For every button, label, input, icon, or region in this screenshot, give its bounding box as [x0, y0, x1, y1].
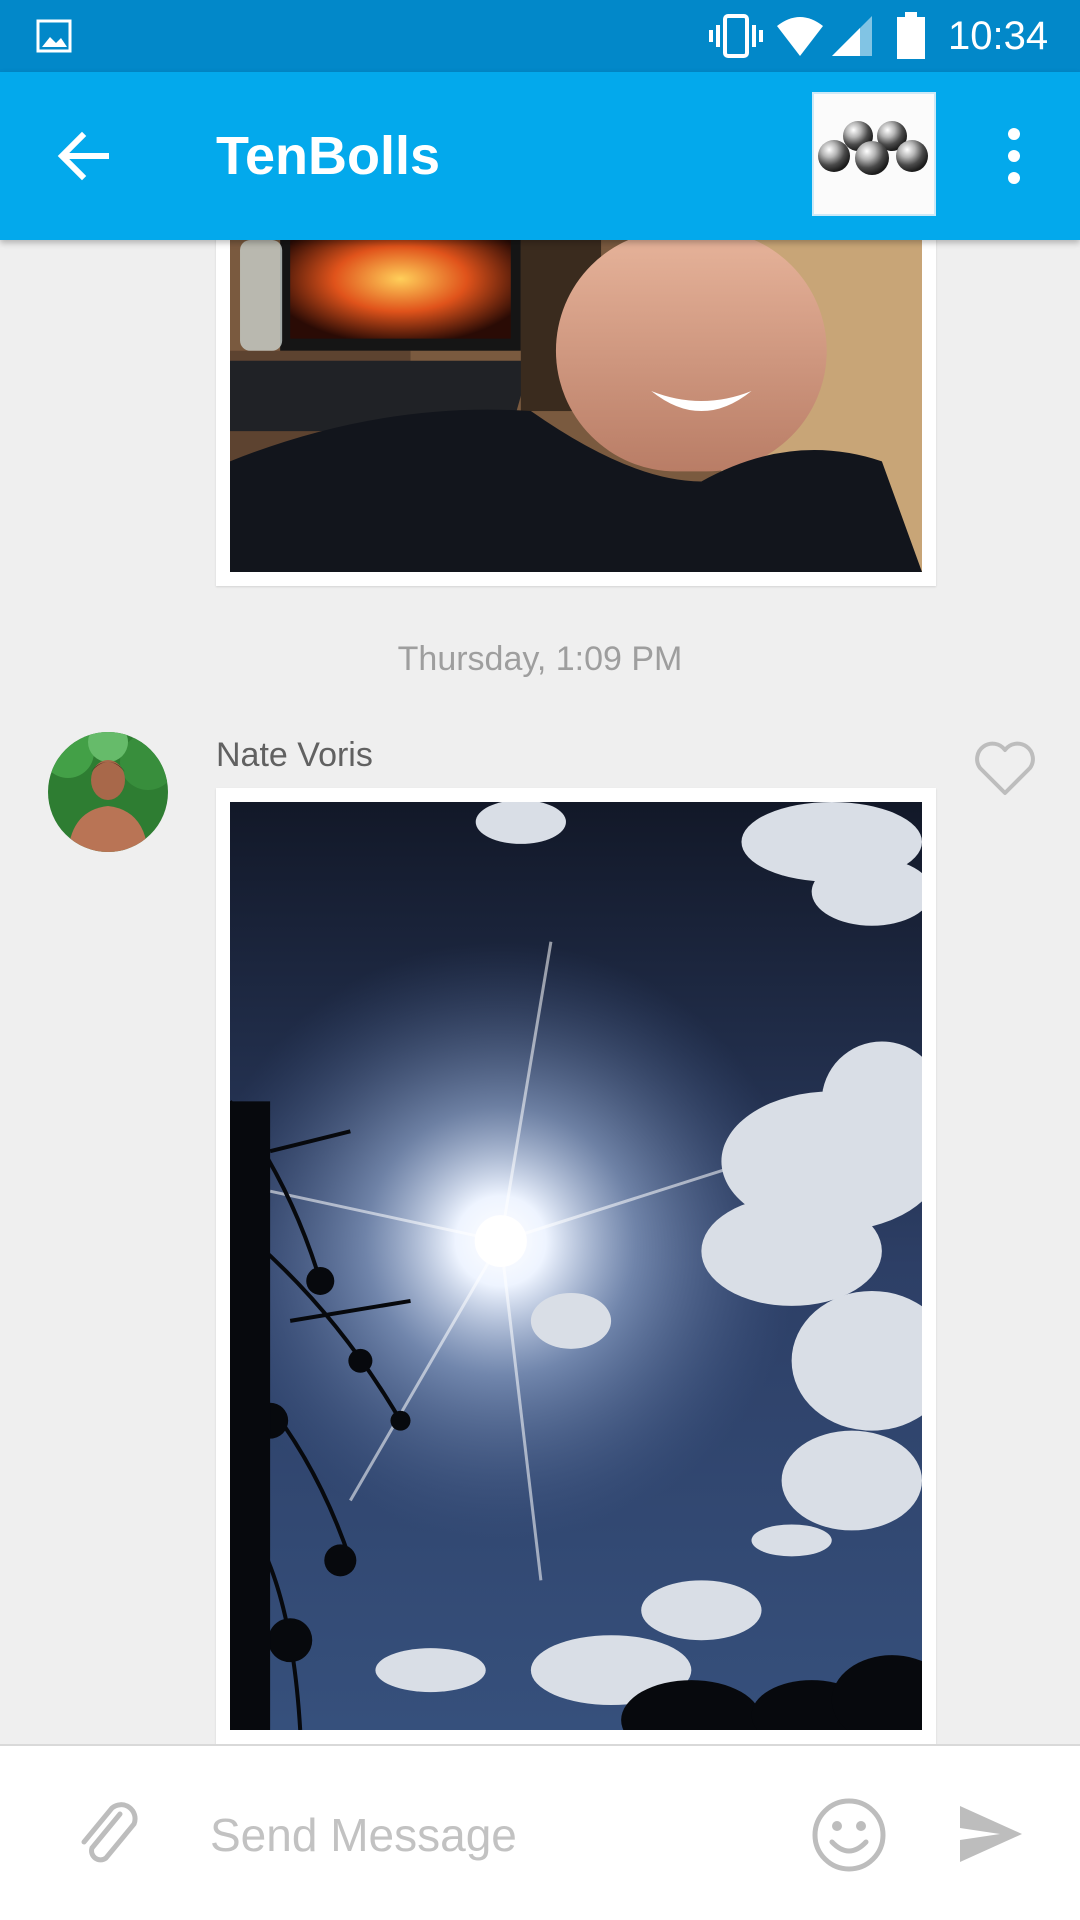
smiley-icon	[812, 1798, 886, 1872]
message-composer	[0, 1744, 1080, 1920]
page-title: TenBolls	[216, 126, 441, 186]
send-icon	[960, 1806, 1022, 1862]
battery-icon	[897, 12, 925, 59]
photo-message[interactable]	[216, 240, 936, 586]
wifi-icon	[777, 17, 823, 56]
message-timestamp: Thursday, 1:09 PM	[397, 640, 683, 678]
more-vert-icon	[1008, 128, 1020, 184]
attach-button[interactable]	[70, 1796, 146, 1872]
message-input[interactable]	[208, 1786, 772, 1884]
vibrate-icon	[709, 14, 763, 58]
emoji-button[interactable]	[810, 1796, 888, 1874]
arrow-left-icon	[57, 131, 109, 181]
paperclip-icon	[81, 1802, 138, 1863]
status-bar: 10:34	[0, 0, 1080, 72]
avatar[interactable]	[48, 732, 168, 852]
status-time: 10:34	[948, 14, 1049, 58]
avatar-image	[48, 732, 168, 852]
sun-and-clouds-photo	[230, 802, 922, 1730]
send-button[interactable]	[956, 1802, 1026, 1866]
gallery-icon	[36, 19, 72, 53]
heart-outline-icon	[975, 741, 1035, 795]
chat-feed[interactable]: Thursday, 1:09 PM Nate Voris	[0, 240, 1080, 1744]
sender-name: Nate Voris	[216, 736, 373, 774]
back-button[interactable]	[48, 120, 120, 192]
group-avatar-image	[814, 94, 934, 214]
app-bar: TenBolls	[0, 72, 1080, 240]
selfie-photo	[230, 240, 922, 572]
signal-icon	[832, 16, 872, 56]
group-avatar[interactable]	[812, 92, 936, 216]
photo-message[interactable]	[216, 788, 936, 1744]
like-button[interactable]	[972, 738, 1038, 798]
overflow-menu-button[interactable]	[984, 120, 1044, 192]
